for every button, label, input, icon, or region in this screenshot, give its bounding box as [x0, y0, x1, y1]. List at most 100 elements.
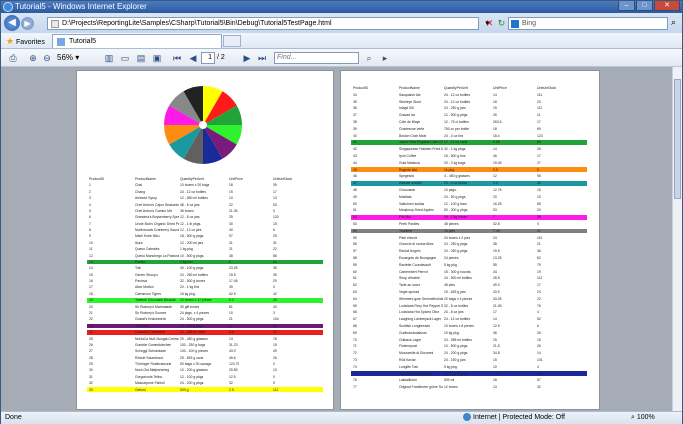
table-cell: Mascarpone Fabioli: [135, 381, 165, 386]
table-cell: 24: [537, 290, 541, 294]
page-number-field[interactable]: 1: [201, 52, 215, 64]
table-cell: 18: [229, 183, 233, 188]
back-button[interactable]: ◀: [4, 15, 20, 31]
table-cell: 263.5: [493, 120, 502, 124]
vertical-scrollbar[interactable]: [672, 67, 682, 411]
table-cell: 24: [273, 259, 277, 264]
search-field[interactable]: Bing: [508, 17, 668, 30]
table-cell: Nord-Ost Matjeshering: [135, 368, 170, 373]
next-page-icon[interactable]: ▶: [241, 52, 253, 64]
zoom-select[interactable]: 56% ▾: [57, 52, 89, 64]
table-cell: Alice Mutton: [135, 285, 154, 290]
table-cell: 2: [89, 189, 91, 194]
table-cell: 15: [89, 272, 93, 277]
table-cell: 50: [353, 201, 357, 206]
table-cell: 1k pkg.: [444, 167, 455, 172]
table-cell: 29: [273, 279, 277, 284]
table-cell: 18: [89, 291, 93, 296]
prev-page-icon[interactable]: ◀: [187, 52, 199, 64]
find-field[interactable]: Find...: [274, 52, 359, 64]
search-icon[interactable]: ⌕: [671, 17, 681, 30]
tab-page-icon: [57, 38, 65, 46]
favorites-button[interactable]: ★ Favorites: [6, 35, 45, 49]
table-cell: 46: [493, 154, 497, 158]
page-width-icon[interactable]: ▥: [103, 52, 115, 64]
table-cell: Chang: [135, 189, 145, 194]
table-cell: 72: [353, 351, 357, 356]
table-cell: 73: [353, 358, 357, 362]
minimize-button[interactable]: –: [618, 1, 635, 11]
table-cell: 14: [493, 317, 497, 322]
fit-icon[interactable]: ▣: [151, 52, 163, 64]
zoom-in-icon[interactable]: ⊕: [27, 52, 39, 64]
table-cell: 12 - 355 ml cans: [180, 330, 206, 335]
table-cell: 26: [493, 113, 497, 118]
table-cell: 17: [537, 154, 541, 158]
table-cell: Perth Pasties: [399, 222, 420, 226]
table-cell: 9.5: [493, 181, 498, 186]
table-cell: Manjimup Dried Apples: [399, 208, 434, 213]
refresh-icon[interactable]: ↻: [495, 17, 508, 30]
table-cell: 36: [493, 330, 497, 335]
address-field[interactable]: D:\Projects\ReportingLite\Samples\CSharp…: [47, 17, 479, 30]
table-cell: 23: [89, 323, 93, 328]
zoom-out-icon[interactable]: ⊖: [41, 52, 53, 64]
table-cell: 20: [493, 194, 497, 199]
table-cell: 10: [273, 368, 277, 373]
print-icon[interactable]: ⎙: [7, 52, 19, 64]
report-viewer-toolbar: ⎙ ⊕ ⊖ 56% ▾ ▥ ▭ ▤ ▣ ⏮ ◀ 1 / 2 ▶ ⏭ Find..…: [1, 49, 682, 67]
table-cell: Filo Mix: [399, 215, 411, 220]
forward-button[interactable]: ▶: [21, 17, 34, 30]
table-cell: 51: [353, 208, 357, 213]
table-cell: Côte de Blaye: [399, 120, 421, 124]
scroll-thumb[interactable]: [674, 79, 681, 199]
table-cell: Gumbär Gummibärchen: [135, 342, 172, 347]
ie-app-icon: [3, 2, 13, 12]
table-cell: 10 - 500 g pkgs.: [180, 253, 205, 258]
table-cell: 104: [273, 317, 279, 322]
table-cell: 4: [89, 202, 91, 207]
close-window-button[interactable]: ✕: [654, 1, 680, 11]
table-cell: 24 pieces: [444, 256, 459, 260]
two-pages-icon[interactable]: ▤: [135, 52, 147, 64]
find-next-icon[interactable]: ▸: [379, 52, 391, 64]
table-cell: 45.6: [229, 355, 236, 360]
table-cell: 17.45: [229, 279, 238, 284]
table-cell: 32: [89, 381, 93, 386]
table-cell: 19: [89, 298, 93, 303]
table-cell: 36: [537, 249, 541, 254]
address-url: D:\Projects\ReportingLite\Samples\CSharp…: [62, 20, 332, 27]
table-cell: 15: [493, 358, 497, 362]
whole-page-icon[interactable]: ▭: [119, 52, 131, 64]
maximize-button[interactable]: □: [636, 1, 653, 11]
table-cell: 24 - 12 oz bottles: [444, 317, 471, 322]
column-header: ProductName: [135, 177, 156, 181]
new-tab-button[interactable]: [223, 35, 241, 47]
table-cell: Spegesild: [399, 174, 414, 179]
table-cell: Raclette Courdavault: [399, 262, 431, 267]
last-page-icon[interactable]: ⏭: [256, 52, 268, 64]
table-cell: Ipoh Coffee: [399, 154, 417, 158]
table-cell: 16 - 2 kg boxes: [444, 215, 468, 220]
highlight-row-bar: [351, 228, 587, 234]
table-cell: 125: [537, 371, 543, 376]
table-cell: 100 - 250 g bags: [180, 342, 206, 347]
table-cell: 39: [353, 126, 357, 131]
table-cell: Schoggi Schokolade: [135, 349, 166, 354]
zoom-status[interactable]: ⌕ 100%: [631, 412, 655, 424]
tab-tutorial5[interactable]: Tutorial5: [52, 34, 222, 48]
table-cell: 7: [493, 215, 495, 220]
first-page-icon[interactable]: ⏮: [171, 52, 183, 64]
table-cell: 9: [229, 323, 231, 328]
table-cell: 24 - 50 g pkgs.: [444, 194, 467, 199]
table-cell: 115: [537, 235, 543, 240]
table-cell: 21.35: [229, 208, 238, 213]
table-cell: 22: [273, 247, 277, 252]
table-cell: 21.05: [493, 303, 502, 308]
highlight-row-bar: [351, 215, 587, 220]
table-cell: 113: [537, 276, 543, 281]
table-cell: 76: [353, 378, 357, 383]
security-zone[interactable]: Internet | Protected Mode: Off: [463, 412, 565, 424]
table-cell: Camembert Pierrot: [399, 269, 428, 274]
find-icon[interactable]: ⌕: [363, 52, 375, 64]
